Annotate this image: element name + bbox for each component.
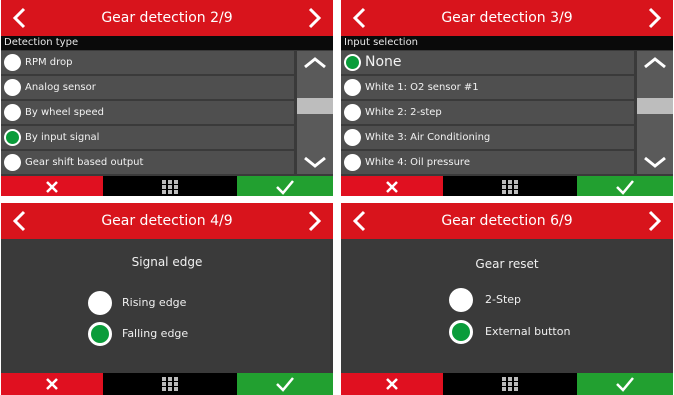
- list-item[interactable]: White 4: Oil pressure: [341, 151, 634, 174]
- list-item[interactable]: White 3: Air Conditioning: [341, 126, 634, 149]
- radio-button[interactable]: [88, 291, 112, 315]
- chevron-right-icon[interactable]: [303, 210, 325, 232]
- chevron-up-icon[interactable]: [297, 51, 333, 74]
- gear-detection-panel-6: Gear detection 6/9 Gear reset 2-Step Ext…: [341, 203, 673, 395]
- radio-button[interactable]: [4, 79, 21, 96]
- panel-title: Gear detection 6/9: [441, 213, 573, 229]
- list-subtitle: Detection type: [1, 36, 333, 50]
- panel-title: Gear detection 3/9: [441, 10, 573, 26]
- scrollbar-thumb[interactable]: [637, 98, 673, 114]
- scrollbar[interactable]: [637, 51, 673, 174]
- chevron-right-icon[interactable]: [303, 7, 325, 29]
- confirm-button[interactable]: [577, 373, 673, 395]
- list-item[interactable]: RPM drop: [1, 51, 294, 74]
- radio-button[interactable]: [4, 54, 21, 71]
- cancel-button[interactable]: [1, 176, 103, 196]
- list-item-label: Gear shift based output: [25, 157, 144, 168]
- chevron-right-icon[interactable]: [643, 210, 665, 232]
- close-icon: [46, 181, 58, 193]
- chevron-up-icon[interactable]: [637, 51, 673, 74]
- panel-header: Gear detection 4/9: [1, 203, 333, 239]
- radio-button[interactable]: [449, 288, 473, 312]
- list-item-label: White 2: 2-step: [365, 107, 442, 118]
- list-item[interactable]: White 1: O2 sensor #1: [341, 76, 634, 99]
- action-bar: [341, 373, 673, 395]
- panel-header: Gear detection 3/9: [341, 0, 673, 36]
- checkmark-icon: [616, 180, 634, 195]
- checkmark-icon: [276, 180, 294, 195]
- close-icon: [386, 378, 398, 390]
- list-item[interactable]: Analog sensor: [1, 76, 294, 99]
- chevron-right-icon[interactable]: [643, 7, 665, 29]
- list-item-label: By input signal: [25, 132, 100, 143]
- checkmark-icon: [616, 377, 634, 392]
- menu-button[interactable]: [443, 176, 577, 196]
- checkmark-icon: [276, 377, 294, 392]
- option-rising-edge[interactable]: Rising edge: [88, 291, 248, 317]
- cancel-button[interactable]: [341, 373, 443, 395]
- gear-detection-panel-4: Gear detection 4/9 Signal edge Rising ed…: [1, 203, 333, 395]
- menu-button[interactable]: [443, 373, 577, 395]
- gear-detection-panel-3: Gear detection 3/9 Input selection None …: [341, 0, 673, 196]
- action-bar: [341, 176, 673, 196]
- list-item[interactable]: White 2: 2-step: [341, 101, 634, 124]
- option-2-step[interactable]: 2-Step: [449, 288, 629, 314]
- radio-button[interactable]: [344, 79, 361, 96]
- radio-button[interactable]: [344, 129, 361, 146]
- option-label: 2-Step: [485, 293, 522, 306]
- gear-detection-panel-2: Gear detection 2/9 Detection type RPM dr…: [1, 0, 333, 196]
- radio-button[interactable]: [4, 154, 21, 171]
- grid-icon: [502, 180, 518, 194]
- list-item-label: Analog sensor: [25, 82, 96, 93]
- list-item[interactable]: By wheel speed: [1, 101, 294, 124]
- option-label: External button: [485, 325, 571, 338]
- panel-header: Gear detection 6/9: [341, 203, 673, 239]
- list-item-label: By wheel speed: [25, 107, 104, 118]
- section-heading: Gear reset: [475, 257, 539, 271]
- radio-button[interactable]: [344, 104, 361, 121]
- menu-button[interactable]: [103, 373, 237, 395]
- confirm-button[interactable]: [237, 373, 333, 395]
- list-item[interactable]: Gear shift based output: [1, 151, 294, 174]
- scrollbar-thumb[interactable]: [297, 98, 333, 114]
- scrollbar[interactable]: [297, 51, 333, 174]
- confirm-button[interactable]: [577, 176, 673, 196]
- radio-button[interactable]: [344, 154, 361, 171]
- option-label: Rising edge: [122, 296, 187, 309]
- list-item-label: None: [365, 54, 402, 70]
- option-external-button[interactable]: External button: [449, 320, 629, 346]
- list-item-label: White 4: Oil pressure: [365, 157, 470, 168]
- action-bar: [1, 373, 333, 395]
- option-falling-edge[interactable]: Falling edge: [88, 322, 248, 348]
- action-bar: [1, 176, 333, 196]
- radio-button[interactable]: [4, 104, 21, 121]
- panel-title: Gear detection 4/9: [101, 213, 233, 229]
- radio-button-selected[interactable]: [344, 54, 361, 71]
- panel-title: Gear detection 2/9: [101, 10, 233, 26]
- list-item[interactable]: By input signal: [1, 126, 294, 149]
- list-item[interactable]: None: [341, 51, 634, 74]
- list-subtitle: Input selection: [341, 36, 673, 50]
- list-item-label: RPM drop: [25, 57, 73, 68]
- chevron-down-icon[interactable]: [637, 151, 673, 174]
- menu-button[interactable]: [103, 176, 237, 196]
- radio-button-selected[interactable]: [4, 129, 21, 146]
- section-heading: Signal edge: [131, 255, 203, 269]
- radio-button-selected[interactable]: [449, 320, 473, 344]
- close-icon: [386, 181, 398, 193]
- confirm-button[interactable]: [237, 176, 333, 196]
- list-item-label: White 3: Air Conditioning: [365, 132, 491, 143]
- grid-icon: [162, 180, 178, 194]
- close-icon: [46, 378, 58, 390]
- cancel-button[interactable]: [1, 373, 103, 395]
- chevron-down-icon[interactable]: [297, 151, 333, 174]
- cancel-button[interactable]: [341, 176, 443, 196]
- list-item-label: White 1: O2 sensor #1: [365, 82, 479, 93]
- grid-icon: [162, 377, 178, 391]
- option-label: Falling edge: [122, 327, 189, 340]
- radio-button-selected[interactable]: [88, 322, 112, 346]
- panel-header: Gear detection 2/9: [1, 0, 333, 36]
- grid-icon: [502, 377, 518, 391]
